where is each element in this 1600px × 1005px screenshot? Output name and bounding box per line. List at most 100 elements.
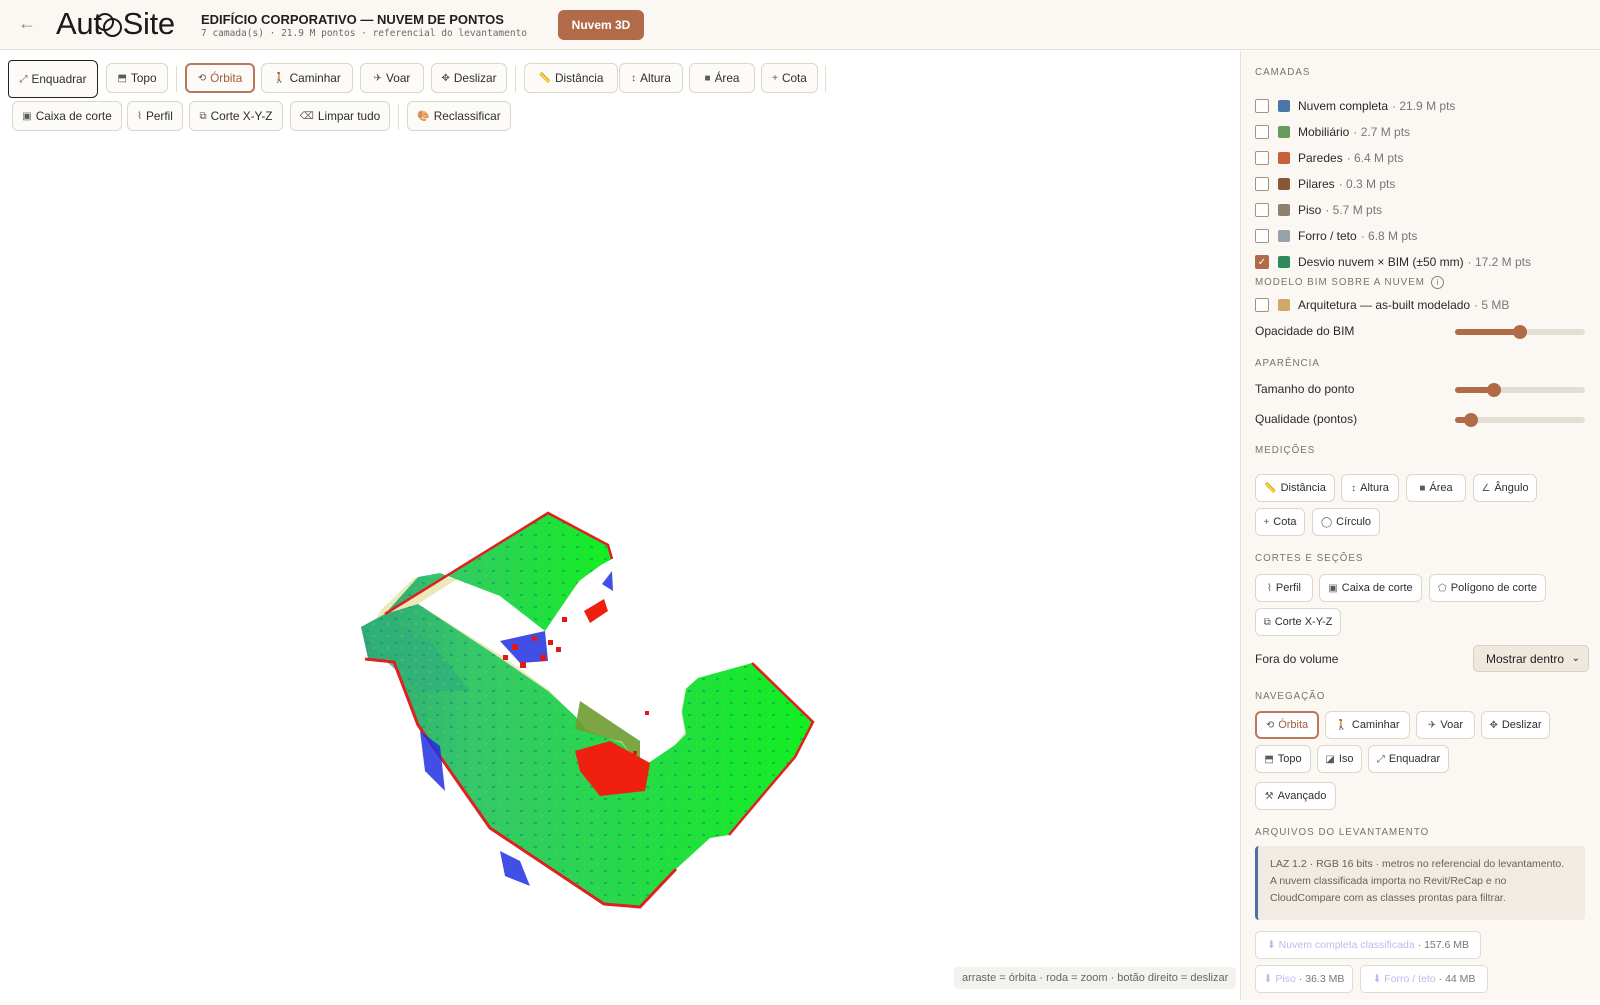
circle-icon: ◯ <box>1320 516 1333 528</box>
dimension-label: Cota <box>781 71 807 85</box>
frame-label: Enquadrar <box>31 72 87 86</box>
nav-walk-button[interactable]: 🚶 Caminhar <box>1325 711 1410 739</box>
measure-distance-label: Distância <box>1280 482 1326 494</box>
layer-checkbox[interactable] <box>1255 151 1269 165</box>
cut-xyz-button[interactable]: ⧉ Corte X-Y-Z <box>1255 608 1341 636</box>
point-size-slider[interactable] <box>1455 383 1585 397</box>
measure-dimension-label: Cota <box>1273 516 1297 528</box>
plus-icon: + <box>772 72 778 84</box>
clip-box-icon: ▣ <box>22 110 32 122</box>
walk-button[interactable]: 🚶 Caminhar <box>261 63 353 93</box>
page-title: EDIFÍCIO CORPORATIVO — NUVEM DE PONTOS <box>201 12 504 27</box>
clip-box-button[interactable]: ▣ Caixa de corte <box>12 101 122 131</box>
pan-button[interactable]: ✥ Deslizar <box>431 63 507 93</box>
nav-advanced-button[interactable]: ⚒ Avançado <box>1255 782 1336 810</box>
measure-distance-button[interactable]: 📏 Distância <box>1255 474 1335 502</box>
point-cloud-render[interactable] <box>0 51 1240 1000</box>
dimension-button[interactable]: + Cota <box>761 63 818 93</box>
layer-checkbox[interactable] <box>1255 125 1269 139</box>
slider-knob[interactable] <box>1487 383 1501 397</box>
back-arrow-icon[interactable]: ← <box>18 13 36 34</box>
layer-row[interactable]: Mobiliário · 2.7 M pts <box>1255 123 1410 141</box>
layer-checkbox[interactable] <box>1255 177 1269 191</box>
cut-profile-label: Perfil <box>1275 582 1301 594</box>
top-view-icon: ⬒ <box>117 72 127 84</box>
reclassify-button[interactable]: 🎨 Reclassificar <box>407 101 511 131</box>
measure-area-button[interactable]: ■ Área <box>1406 474 1466 502</box>
layer-count: · 0.3 M pts <box>1338 177 1396 191</box>
quality-slider[interactable] <box>1455 413 1585 427</box>
bim-layer-row[interactable]: Arquitetura — as-built modelado · 5 MB <box>1255 296 1509 314</box>
layer-row[interactable]: Forro / teto · 6.8 M pts <box>1255 227 1417 245</box>
profile-button[interactable]: ⌇ Perfil <box>127 101 183 131</box>
layer-checkbox[interactable] <box>1255 229 1269 243</box>
info-icon[interactable]: i <box>1430 276 1444 289</box>
layer-row[interactable]: ✓ Desvio nuvem × BIM (±50 mm) · 17.2 M pts <box>1255 253 1531 271</box>
layer-checkbox[interactable] <box>1255 203 1269 217</box>
frame-button[interactable]: ⤢ Enquadrar <box>8 60 98 98</box>
orbit-icon: ⟲ <box>1265 719 1275 731</box>
nav-frame-label: Enquadrar <box>1388 753 1441 765</box>
nav-frame-button[interactable]: ⤢ Enquadrar <box>1368 745 1449 773</box>
building-point-cloud <box>361 511 815 909</box>
layer-row[interactable]: Paredes · 6.4 M pts <box>1255 149 1403 167</box>
layer-row[interactable]: Piso · 5.7 M pts <box>1255 201 1382 219</box>
autosite-logo[interactable]: Aut Site <box>56 6 175 42</box>
nav-pan-button[interactable]: ✥ Deslizar <box>1481 711 1550 739</box>
appearance-heading: APARÊNCIA <box>1255 358 1320 369</box>
nav-orbit-label: Órbita <box>1278 719 1309 731</box>
view-mode-badge[interactable]: Nuvem 3D <box>558 10 644 40</box>
distance-button[interactable]: 📏 Distância <box>524 63 618 93</box>
clear-all-button[interactable]: ⌫ Limpar tudo <box>290 101 390 131</box>
nav-orbit-button[interactable]: ⟲ Órbita <box>1255 711 1319 739</box>
point-cloud-viewport[interactable] <box>0 51 1240 1000</box>
layer-count: · 6.4 M pts <box>1346 151 1404 165</box>
measure-area-label: Área <box>1429 482 1453 494</box>
bim-layer-checkbox[interactable] <box>1255 298 1269 312</box>
eraser-icon: ⌫ <box>299 110 314 122</box>
cut-polygon-button[interactable]: ⬠ Polígono de corte <box>1429 574 1546 602</box>
layer-row[interactable]: Pilares · 0.3 M pts <box>1255 175 1395 193</box>
layer-color-swatch <box>1278 204 1290 216</box>
nav-fly-button[interactable]: ✈ Voar <box>1416 711 1475 739</box>
layer-checkbox[interactable]: ✓ <box>1255 255 1269 269</box>
outside-volume-select[interactable]: Mostrar dentro ⌄ <box>1473 645 1589 672</box>
fly-icon: ✈ <box>1427 719 1437 731</box>
profile-icon: ⌇ <box>1267 582 1272 594</box>
outside-volume-value: Mostrar dentro <box>1486 651 1565 666</box>
orbit-button[interactable]: ⟲ Órbita <box>185 63 255 93</box>
nav-iso-button[interactable]: ◪ Iso <box>1317 745 1362 773</box>
download-full-cloud[interactable]: ⬇ Nuvem completa classificada · 157.6 MB <box>1255 931 1481 959</box>
layer-color-swatch <box>1278 178 1290 190</box>
download-floor[interactable]: ⬇ Piso · 36.3 MB <box>1255 965 1353 993</box>
download-ceiling[interactable]: ⬇ Forro / teto · 44 MB <box>1360 965 1488 993</box>
top-view-button[interactable]: ⬒ Topo <box>106 63 168 93</box>
layer-checkbox[interactable] <box>1255 99 1269 113</box>
clear-all-label: Limpar tudo <box>317 109 381 123</box>
quality-label: Qualidade (pontos) <box>1255 412 1358 426</box>
cut-box-button[interactable]: ▣ Caixa de corte <box>1319 574 1422 602</box>
bim-opacity-slider[interactable] <box>1455 325 1585 339</box>
area-button[interactable]: ■ Área <box>689 63 755 93</box>
bim-heading: MODELO BIM SOBRE A NUVEM i <box>1255 276 1444 289</box>
side-panel: CAMADAS Nuvem completa · 21.9 M pts Mobili… <box>1240 51 1600 1000</box>
clip-box-label: Caixa de corte <box>35 109 112 123</box>
toolbar-divider <box>398 104 399 130</box>
layer-row[interactable]: Nuvem completa · 21.9 M pts <box>1255 97 1455 115</box>
xyz-cut-button[interactable]: ⧉ Corte X-Y-Z <box>189 101 283 131</box>
walk-label: Caminhar <box>289 71 341 85</box>
height-icon: ↕ <box>1351 482 1357 494</box>
measure-angle-button[interactable]: ∠ Ângulo <box>1473 474 1537 502</box>
measure-height-label: Altura <box>1360 482 1389 494</box>
layer-count: · 6.8 M pts <box>1360 229 1418 243</box>
measure-circle-button[interactable]: ◯ Círculo <box>1312 508 1380 536</box>
profile-icon: ⌇ <box>137 110 142 122</box>
measure-height-button[interactable]: ↕ Altura <box>1341 474 1399 502</box>
fly-button[interactable]: ✈ Voar <box>360 63 424 93</box>
nav-top-button[interactable]: ⬒ Topo <box>1255 745 1311 773</box>
slider-knob[interactable] <box>1463 413 1478 427</box>
height-button[interactable]: ↕ Altura <box>619 63 683 93</box>
measure-dimension-button[interactable]: + Cota <box>1255 508 1305 536</box>
slider-knob[interactable] <box>1513 325 1527 339</box>
cut-profile-button[interactable]: ⌇ Perfil <box>1255 574 1313 602</box>
